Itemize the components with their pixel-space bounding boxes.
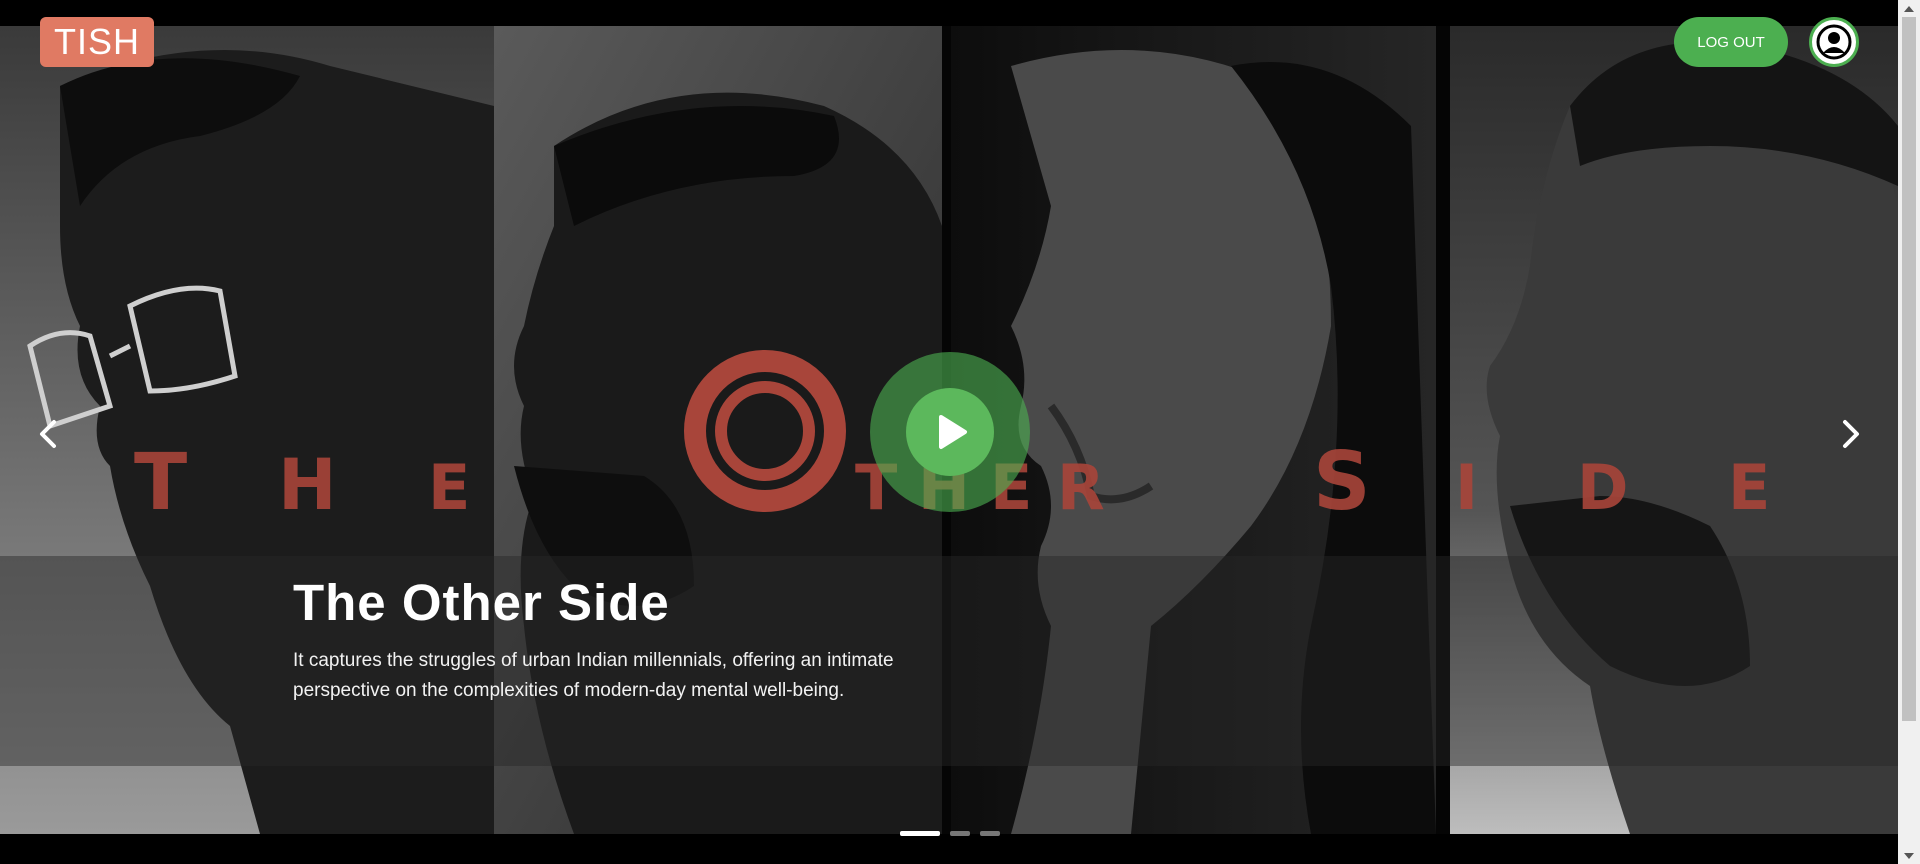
- site-logo[interactable]: TISH: [40, 17, 154, 67]
- scroll-down-button[interactable]: [1898, 847, 1920, 864]
- play-icon: [939, 415, 967, 449]
- user-circle-icon: [1816, 24, 1852, 60]
- scroll-up-arrow-icon: [1904, 5, 1914, 12]
- hero-title: The Other Side: [293, 574, 670, 631]
- carousel-indicator-1[interactable]: [900, 831, 940, 836]
- scrollbar-thumb[interactable]: [1902, 17, 1916, 721]
- page: T H E T H E R S I D E The Other Side It …: [0, 0, 1920, 864]
- carousel-prev-button[interactable]: [28, 414, 68, 454]
- chevron-right-icon: [1843, 420, 1859, 448]
- user-avatar-button[interactable]: [1809, 17, 1859, 67]
- play-button-inner: [906, 388, 994, 476]
- play-button[interactable]: [870, 352, 1030, 512]
- hero-description: It captures the struggles of urban India…: [293, 650, 894, 701]
- carousel-indicators: [900, 831, 1000, 837]
- carousel-next-button[interactable]: [1831, 414, 1871, 454]
- page-scrollbar[interactable]: [1898, 0, 1920, 864]
- scroll-down-arrow-icon: [1904, 852, 1914, 859]
- logout-button[interactable]: LOG OUT: [1674, 17, 1788, 67]
- chevron-left-icon: [40, 420, 56, 448]
- carousel-indicator-3[interactable]: [980, 831, 1000, 836]
- carousel-indicator-2[interactable]: [950, 831, 970, 836]
- scroll-up-button[interactable]: [1898, 0, 1920, 17]
